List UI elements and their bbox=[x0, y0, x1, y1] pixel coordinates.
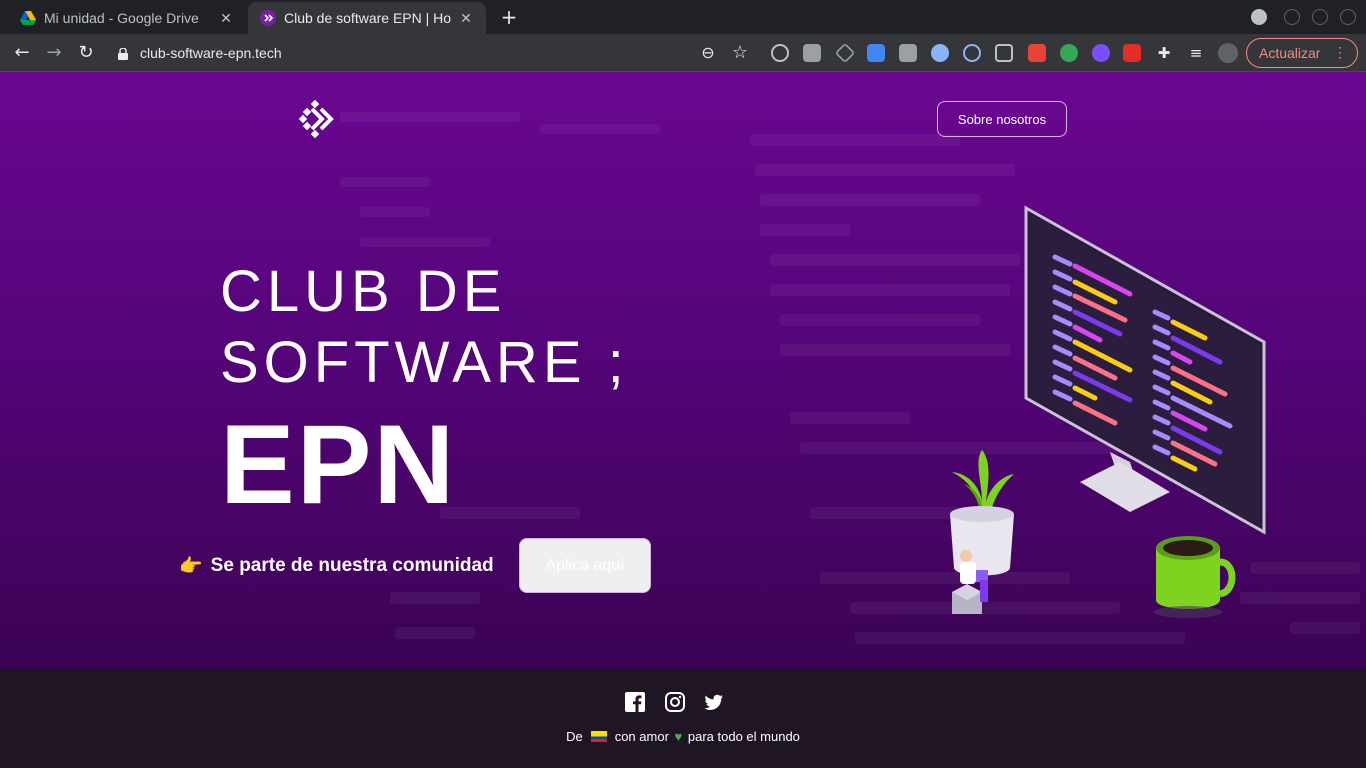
update-button[interactable]: Actualizar ⋮ bbox=[1246, 38, 1358, 68]
close-window-button[interactable] bbox=[1340, 9, 1356, 25]
extension-pdf-off-icon[interactable] bbox=[1028, 44, 1046, 62]
more-menu-icon[interactable]: ⋮ bbox=[1333, 44, 1347, 61]
close-tab-icon[interactable]: ✕ bbox=[218, 10, 234, 27]
tab-search-icon[interactable] bbox=[1251, 9, 1267, 25]
tab-google-drive[interactable]: Mi unidad - Google Drive ✕ bbox=[8, 2, 246, 34]
lock-icon bbox=[118, 47, 128, 60]
back-icon[interactable]: ← bbox=[11, 42, 33, 64]
facebook-icon[interactable] bbox=[625, 692, 645, 712]
tab-title: Club de software EPN | Ho bbox=[284, 10, 452, 26]
tab-club-software[interactable]: Club de software EPN | Ho ✕ bbox=[248, 2, 486, 34]
cta-label: Se parte de nuestra comunidad bbox=[210, 555, 494, 576]
hero-title-line-2: SOFTWARE ; bbox=[220, 330, 629, 395]
extension-diamond-icon[interactable] bbox=[834, 42, 856, 64]
footer-middle: con amor bbox=[614, 729, 669, 744]
profile-avatar[interactable] bbox=[1218, 43, 1238, 63]
apply-button[interactable]: Aplica aquí bbox=[519, 538, 651, 593]
instagram-icon[interactable] bbox=[665, 692, 685, 712]
extension-link-icon[interactable] bbox=[963, 44, 981, 62]
footer: De con amor ♥ para todo el mundo bbox=[0, 669, 1366, 768]
hero-title-line-1: CLUB DE bbox=[220, 259, 507, 324]
hero-title-line-3: EPN bbox=[220, 402, 457, 527]
minimize-button[interactable] bbox=[1284, 9, 1300, 25]
update-label: Actualizar bbox=[1259, 45, 1321, 61]
extension-purple-icon[interactable] bbox=[1092, 44, 1110, 62]
extension-target-icon[interactable] bbox=[771, 44, 789, 62]
reload-icon[interactable]: ↻ bbox=[75, 42, 97, 64]
footer-suffix: para todo el mundo bbox=[687, 729, 800, 744]
cta-text: 👉 Se parte de nuestra comunidad bbox=[179, 554, 494, 578]
extensions-puzzle-icon[interactable]: ✚ bbox=[1153, 42, 1175, 64]
media-queue-icon[interactable]: ≡ bbox=[1185, 42, 1207, 64]
green-heart-icon: ♥ bbox=[674, 729, 683, 744]
tab-title: Mi unidad - Google Drive bbox=[44, 10, 199, 26]
twitter-icon[interactable] bbox=[704, 692, 724, 712]
google-drive-icon bbox=[20, 10, 36, 26]
about-us-button[interactable]: Sobre nosotros bbox=[937, 101, 1067, 137]
monitor-illustration bbox=[1024, 205, 1266, 535]
plant-illustration bbox=[950, 450, 1014, 576]
forward-icon[interactable]: → bbox=[43, 42, 65, 64]
extension-youtube-icon[interactable] bbox=[1123, 44, 1141, 62]
close-tab-icon[interactable]: ✕ bbox=[458, 10, 474, 27]
address-bar[interactable]: club-software-epn.tech bbox=[118, 41, 282, 65]
pointing-hand-icon: 👉 bbox=[179, 556, 203, 577]
new-tab-button[interactable]: + bbox=[498, 6, 520, 28]
browser-toolbar: ← → ↻ club-software-epn.tech ⊖ ☆ ✚ ≡ Act… bbox=[0, 34, 1366, 72]
hero-illustration bbox=[950, 205, 1266, 618]
coffee-mug-illustration bbox=[1154, 536, 1236, 618]
site-favicon-icon bbox=[260, 10, 276, 26]
hero-section: Sobre nosotros CLUB DE SOFTWARE ; EPN 👉 … bbox=[0, 72, 1366, 669]
footer-prefix: De bbox=[566, 729, 583, 744]
url-text: club-software-epn.tech bbox=[140, 45, 282, 61]
zoom-icon[interactable]: ⊖ bbox=[697, 42, 719, 64]
ecuador-flag-icon bbox=[590, 731, 607, 742]
bookmark-star-icon[interactable]: ☆ bbox=[729, 42, 751, 64]
extension-green-icon[interactable] bbox=[1060, 44, 1078, 62]
club-logo-icon[interactable] bbox=[298, 98, 340, 140]
extension-camera-icon[interactable] bbox=[803, 44, 821, 62]
extension-c-icon[interactable] bbox=[995, 44, 1013, 62]
extension-translate-icon[interactable] bbox=[867, 44, 885, 62]
maximize-button[interactable] bbox=[1312, 9, 1328, 25]
footer-credit: De con amor ♥ para todo el mundo bbox=[0, 729, 1366, 744]
extension-screen-icon[interactable] bbox=[899, 44, 917, 62]
tab-bar: Mi unidad - Google Drive ✕ Club de softw… bbox=[0, 0, 1366, 34]
extension-circle-icon[interactable] bbox=[931, 44, 949, 62]
page-viewport: Sobre nosotros CLUB DE SOFTWARE ; EPN 👉 … bbox=[0, 72, 1366, 768]
